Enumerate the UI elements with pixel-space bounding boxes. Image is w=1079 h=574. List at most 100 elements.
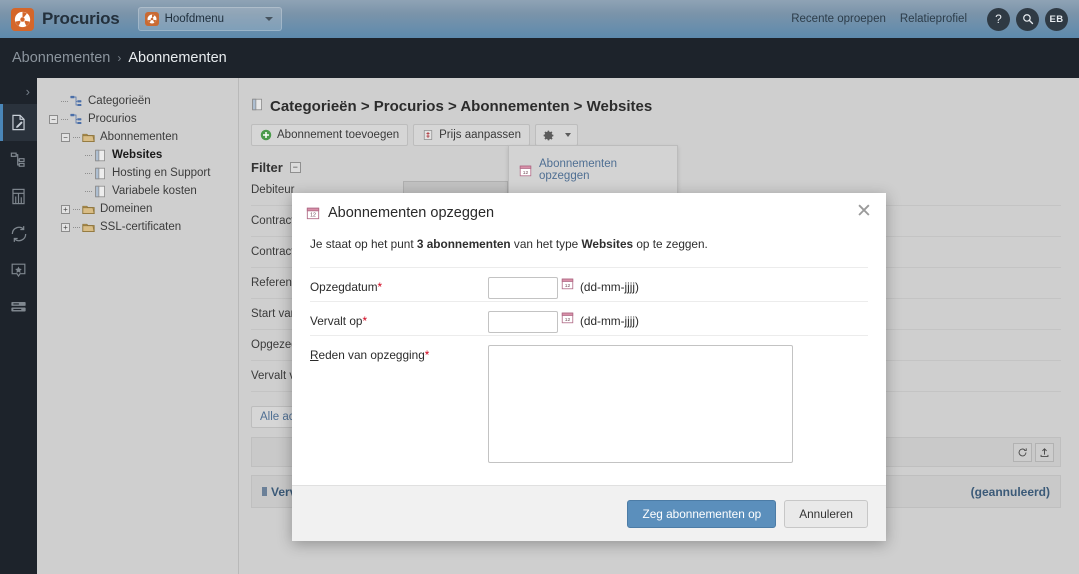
tree-node-label: Variabele kosten: [112, 185, 197, 197]
tree-node-label: Categorieën: [88, 95, 151, 107]
rail-item-server[interactable]: [0, 289, 37, 326]
adjust-price-button[interactable]: Prijs aanpassen: [413, 124, 530, 146]
tree-expander-toggle[interactable]: −: [49, 114, 58, 124]
close-icon[interactable]: ✕: [854, 202, 874, 223]
label-reason-accesskey: R: [310, 348, 319, 362]
tree-node[interactable]: + Domeinen: [49, 200, 238, 218]
tree-node[interactable]: Websites: [49, 146, 238, 164]
main-menu-label: Hoofdmenu: [164, 13, 225, 25]
tree-connector: [73, 136, 80, 138]
label-expiry-date: Vervalt op*: [310, 311, 488, 328]
plus-circle-icon: [260, 129, 272, 141]
tree-node[interactable]: Variabele kosten: [49, 182, 238, 200]
relation-profile-link[interactable]: Relatieprofiel: [900, 13, 967, 25]
add-subscription-label: Abonnement toevoegen: [277, 129, 400, 141]
expiry-date-input[interactable]: [488, 311, 558, 333]
tree-node[interactable]: Hosting en Support: [49, 164, 238, 182]
intro-part-2: van het type: [510, 237, 582, 251]
tree-connector: [73, 208, 80, 210]
breadcrumb-parent[interactable]: Abonnementen: [12, 50, 110, 66]
tree-node[interactable]: − Abonnementen: [49, 128, 238, 146]
dialog-body: Je staat op het punt 3 abonnementen van …: [292, 233, 886, 485]
page-title: Categorieën > Procurios > Abonnementen >…: [251, 98, 1061, 115]
main-menu-dropdown[interactable]: Hoofdmenu: [137, 7, 282, 31]
chevron-down-icon: [564, 133, 571, 137]
submit-cancel-subscriptions-button[interactable]: Zeg abonnementen op: [627, 499, 777, 528]
tree-node-label: Websites: [112, 149, 163, 161]
rail-expand-toggle[interactable]: ›: [0, 78, 37, 104]
menu-item-label: Abonnementen opzeggen: [539, 158, 618, 182]
tree-expander-toggle[interactable]: −: [61, 132, 70, 142]
dialog-title: Abonnementen opzeggen: [328, 205, 495, 221]
required-marker: *: [424, 348, 430, 362]
recent-calls-link[interactable]: Recente oproepen: [791, 13, 886, 25]
rail-item-star-badge[interactable]: [0, 252, 37, 289]
avatar[interactable]: EB: [1045, 7, 1068, 31]
page-icon: [94, 149, 107, 162]
sitemap-icon: [70, 113, 83, 126]
label-cancel-date-text: Opzegdatum: [310, 280, 378, 294]
calendar-icon: 12: [306, 206, 320, 220]
tree-expander-toggle[interactable]: +: [61, 222, 70, 232]
rail-item-report[interactable]: [0, 178, 37, 215]
tree-node-label: Procurios: [88, 113, 137, 125]
breadcrumb: Abonnementen › Abonnementen: [0, 38, 1079, 78]
calendar-icon: 12: [519, 164, 532, 177]
field-row-expiry-date: Vervalt op* 12 (dd-mm-jjjj): [310, 301, 868, 335]
tree-node-label: Domeinen: [100, 203, 153, 215]
svg-text:12: 12: [565, 317, 571, 323]
folder-icon: [82, 131, 95, 144]
tree-node-label: Hosting en Support: [112, 167, 211, 179]
label-expiry-date-text: Vervalt op: [310, 314, 363, 328]
tree-node[interactable]: + SSL-certificaten: [49, 218, 238, 236]
rail-item-sitemap[interactable]: [0, 141, 37, 178]
procurios-logo-icon: [11, 7, 34, 31]
minus-box-icon[interactable]: −: [289, 162, 301, 173]
search-icon[interactable]: [1016, 7, 1039, 31]
field-row-reason: Reden van opzegging*: [310, 335, 868, 463]
rail-item-document-edit[interactable]: [0, 104, 37, 141]
tree-node[interactable]: Categorieën: [49, 92, 238, 110]
tree-node[interactable]: − Procurios: [49, 110, 238, 128]
tree-connector: [85, 172, 92, 174]
svg-text:12: 12: [523, 169, 529, 175]
cancel-date-input[interactable]: [488, 277, 558, 299]
settings-menu-button[interactable]: [534, 124, 578, 146]
brand: Procurios: [11, 7, 120, 31]
intro-part-3: op te zeggen.: [633, 237, 708, 251]
app-header: Procurios Hoofdmenu Recente oproepen Rel…: [0, 0, 1079, 38]
dialog-intro-text: Je staat op het punt 3 abonnementen van …: [310, 233, 868, 267]
svg-text:12: 12: [310, 213, 316, 219]
grid-right-label: (geannuleerd): [970, 484, 1050, 499]
breadcrumb-separator-icon: ›: [117, 51, 122, 65]
rail-item-sync[interactable]: [0, 215, 37, 252]
column-marker-icon: [262, 487, 267, 496]
export-icon[interactable]: [1035, 442, 1054, 462]
gear-icon: [542, 129, 555, 142]
required-marker: *: [377, 280, 383, 294]
reason-textarea[interactable]: [488, 345, 793, 463]
intro-bold-count: 3 abonnementen: [416, 237, 511, 251]
header-actions: Recente oproepen Relatieprofiel ? EB: [791, 7, 1068, 31]
content-toolbar: Abonnement toevoegen Prijs aanpassen 12 …: [251, 124, 1061, 195]
brand-name: Procurios: [42, 9, 120, 28]
refresh-icon[interactable]: [1013, 442, 1032, 462]
server-stack-icon: [9, 298, 28, 317]
intro-bold-type: Websites: [581, 237, 634, 251]
calendar-icon[interactable]: 12: [561, 277, 574, 290]
tree-expander-toggle[interactable]: +: [61, 204, 70, 214]
sitemap-icon: [9, 150, 28, 169]
calendar-icon[interactable]: 12: [561, 311, 574, 324]
cancel-dialog-button[interactable]: Annuleren: [784, 499, 868, 528]
price-tag-icon: [422, 129, 434, 141]
table-report-icon: [9, 187, 28, 206]
expiry-date-format-hint: (dd-mm-jjjj): [580, 314, 639, 328]
settings-dropdown-menu: 12 Abonnementen opzeggen: [508, 145, 678, 195]
menu-item-cancel-subscriptions[interactable]: 12 Abonnementen opzeggen: [509, 154, 677, 186]
add-subscription-button[interactable]: Abonnement toevoegen: [251, 124, 409, 146]
page-icon: [94, 185, 107, 198]
dialog-footer: Zeg abonnementen op Annuleren: [292, 485, 886, 541]
help-icon[interactable]: ?: [987, 7, 1010, 31]
tree-connector: [61, 118, 68, 120]
document-edit-icon: [9, 113, 28, 132]
